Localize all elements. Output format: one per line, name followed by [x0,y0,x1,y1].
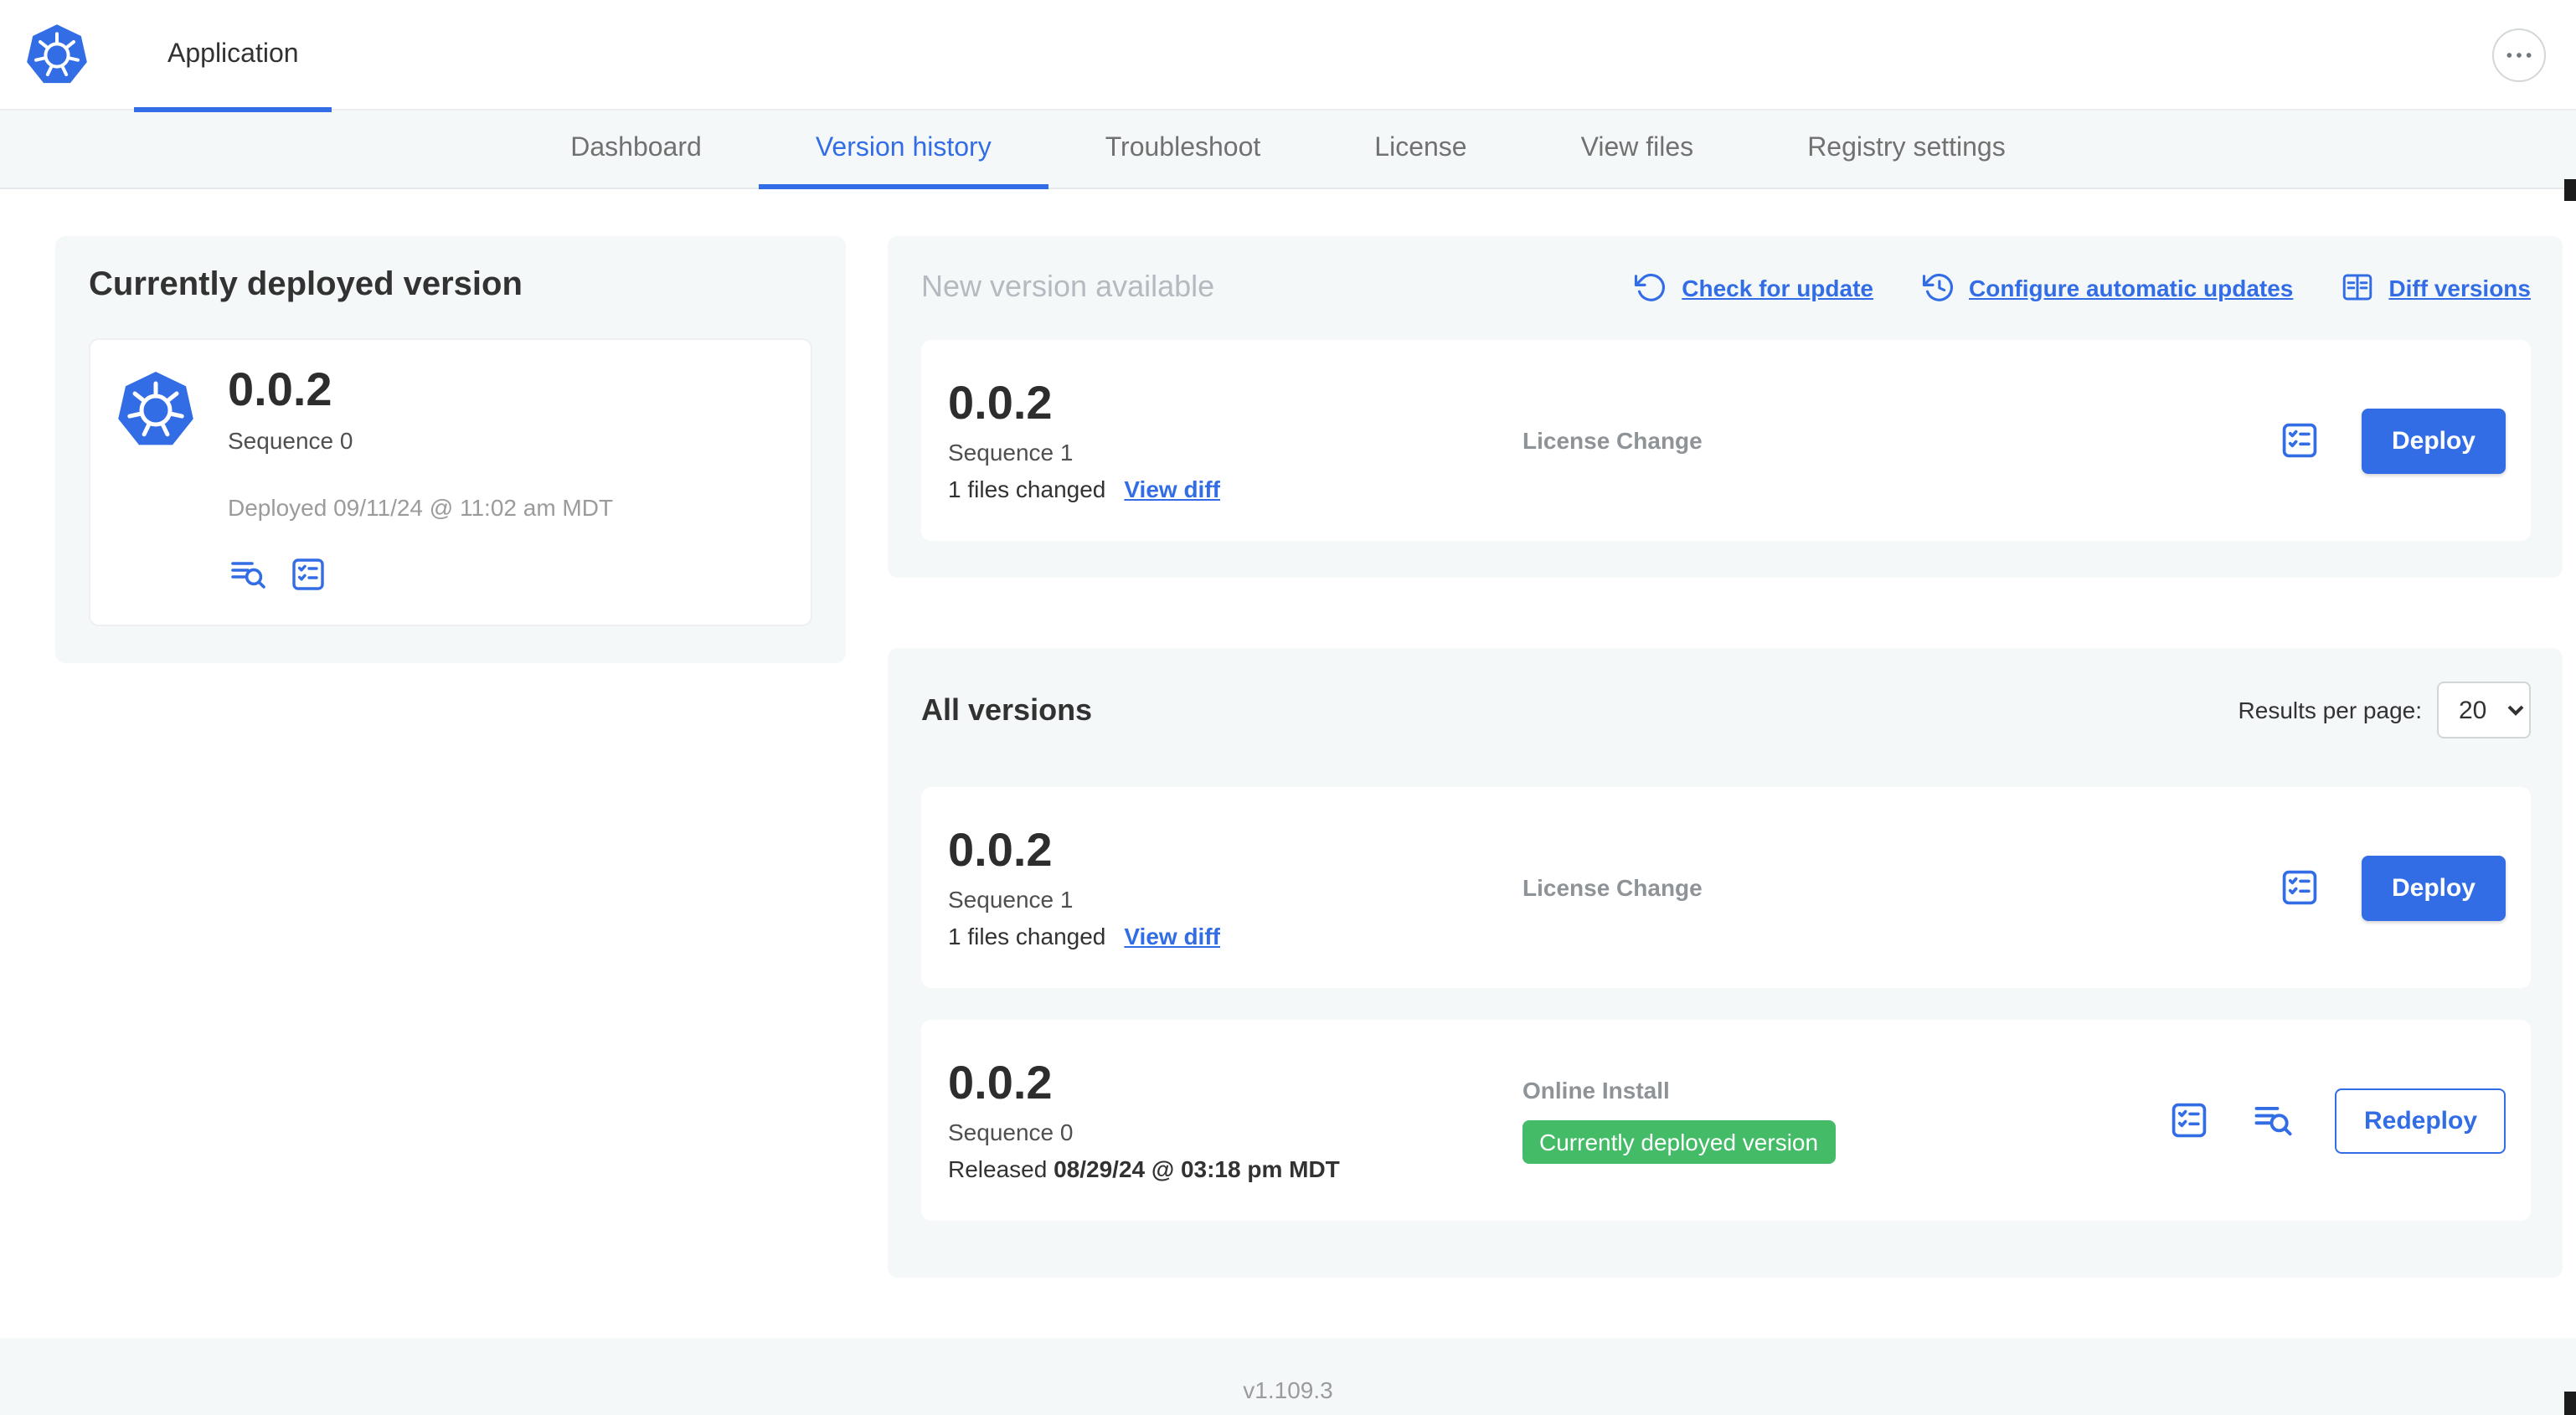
clock-update-icon [1921,273,1953,301]
nav-tab-registry-settings[interactable]: Registry settings [1750,111,2063,189]
check-for-update-link[interactable]: Check for update [1633,270,1873,305]
all-versions-panel: All versions Results per page: 20 0.0.2 … [888,648,2563,1278]
deploy-logs-button[interactable] [228,554,268,594]
kubernetes-logo-icon [114,365,198,594]
configure-automatic-updates-link[interactable]: Configure automatic updates [1920,270,2293,305]
rotate-ccw-icon [1635,273,1666,301]
currently-deployed-card: 0.0.2 Sequence 0 Deployed 09/11/24 @ 11:… [89,338,812,626]
console-version-label: v1.109.3 [1243,1376,1333,1403]
scrollbar-thumb[interactable] [2564,1392,2576,1415]
nav-tab-license[interactable]: License [1317,111,1523,189]
right-column: New version available Check for update C… [888,236,2563,1278]
sequence-label: Sequence 0 [948,1119,1074,1146]
nav-tab-version-history[interactable]: Version history [758,111,1048,189]
kubernetes-logo-icon [23,21,90,88]
view-diff-link[interactable]: View diff [1124,924,1220,950]
version-number: 0.0.2 [948,823,1053,876]
current-version-number: 0.0.2 [228,363,332,415]
preflight-checks-button[interactable] [288,554,328,594]
files-changed-label: 1 files changed [948,923,1106,950]
results-per-page-select[interactable]: 20 [2437,682,2531,738]
results-per-page-label: Results per page: [2238,697,2422,723]
ellipsis-icon [2506,52,2532,57]
deploy-button[interactable]: Deploy [2361,855,2506,920]
sequence-label: Sequence 1 [948,439,1074,466]
version-source-label: License Change [1522,874,1703,901]
tab-application[interactable]: Application [134,0,333,111]
nav-tab-view-files[interactable]: View files [1524,111,1751,189]
currently-deployed-title: Currently deployed version [89,266,523,303]
new-version-panel: New version available Check for update C… [888,236,2563,578]
nav-tab-dashboard[interactable]: Dashboard [513,111,759,189]
version-row: 0.0.2 Sequence 0 Released 08/29/24 @ 03:… [921,1020,2531,1221]
all-versions-title: All versions [921,692,1093,726]
files-changed-label: 1 files changed [948,476,1106,503]
scrollbar-thumb[interactable] [2564,179,2576,201]
footer: v1.109.3 [0,1338,2576,1415]
app-nav: Dashboard Version history Troubleshoot L… [0,111,2576,189]
deploy-logs-icon [2255,1106,2293,1136]
preflight-checks-button[interactable] [2168,1099,2212,1142]
deploy-logs-button[interactable] [2252,1099,2295,1142]
new-version-title: New version available [921,270,1215,303]
preflight-checks-button[interactable] [2278,866,2321,909]
nav-tab-troubleshoot[interactable]: Troubleshoot [1048,111,1318,189]
main-content: Currently deployed version 0.0.2 Sequenc… [0,189,2576,1278]
new-version-card: 0.0.2 Sequence 1 1 files changed View di… [921,340,2531,541]
version-number: 0.0.2 [948,1056,1053,1109]
released-label: Released [948,1155,1048,1183]
diff-versions-link[interactable]: Diff versions [2340,270,2531,305]
released-timestamp: 08/29/24 @ 03:18 pm MDT [1054,1155,1340,1183]
version-source-label: Online Install [1522,1076,1670,1104]
deployed-timestamp: Deployed 09/11/24 @ 11:02 am MDT [228,493,614,521]
redeploy-button[interactable]: Redeploy [2335,1088,2506,1153]
checklist-icon [2282,870,2317,905]
checklist-icon [292,558,324,590]
preflight-checks-button[interactable] [2278,419,2321,462]
overflow-menu-button[interactable] [2492,28,2546,81]
version-number: 0.0.2 [948,376,1053,429]
deploy-logs-icon [231,561,265,589]
currently-deployed-badge: Currently deployed version [1522,1119,1836,1165]
deploy-button[interactable]: Deploy [2361,408,2506,473]
checklist-icon [2172,1103,2208,1138]
sequence-label: Sequence 1 [948,886,1074,913]
view-diff-link[interactable]: View diff [1124,476,1220,503]
diff-table-icon [2343,274,2372,301]
current-version-actions [228,554,613,594]
app-title: Application [167,39,299,68]
current-sequence-label: Sequence 0 [228,426,353,454]
checklist-icon [2282,423,2317,458]
top-bar: Application [0,0,2576,111]
app-window: Application Dashboard Version history Tr… [0,0,2576,1415]
currently-deployed-panel: Currently deployed version 0.0.2 Sequenc… [55,236,846,663]
version-actions-links: Check for update Configure automatic upd… [1633,270,2531,305]
version-row: 0.0.2 Sequence 1 1 files changed View di… [921,787,2531,988]
version-source-label: License Change [1522,427,1703,454]
